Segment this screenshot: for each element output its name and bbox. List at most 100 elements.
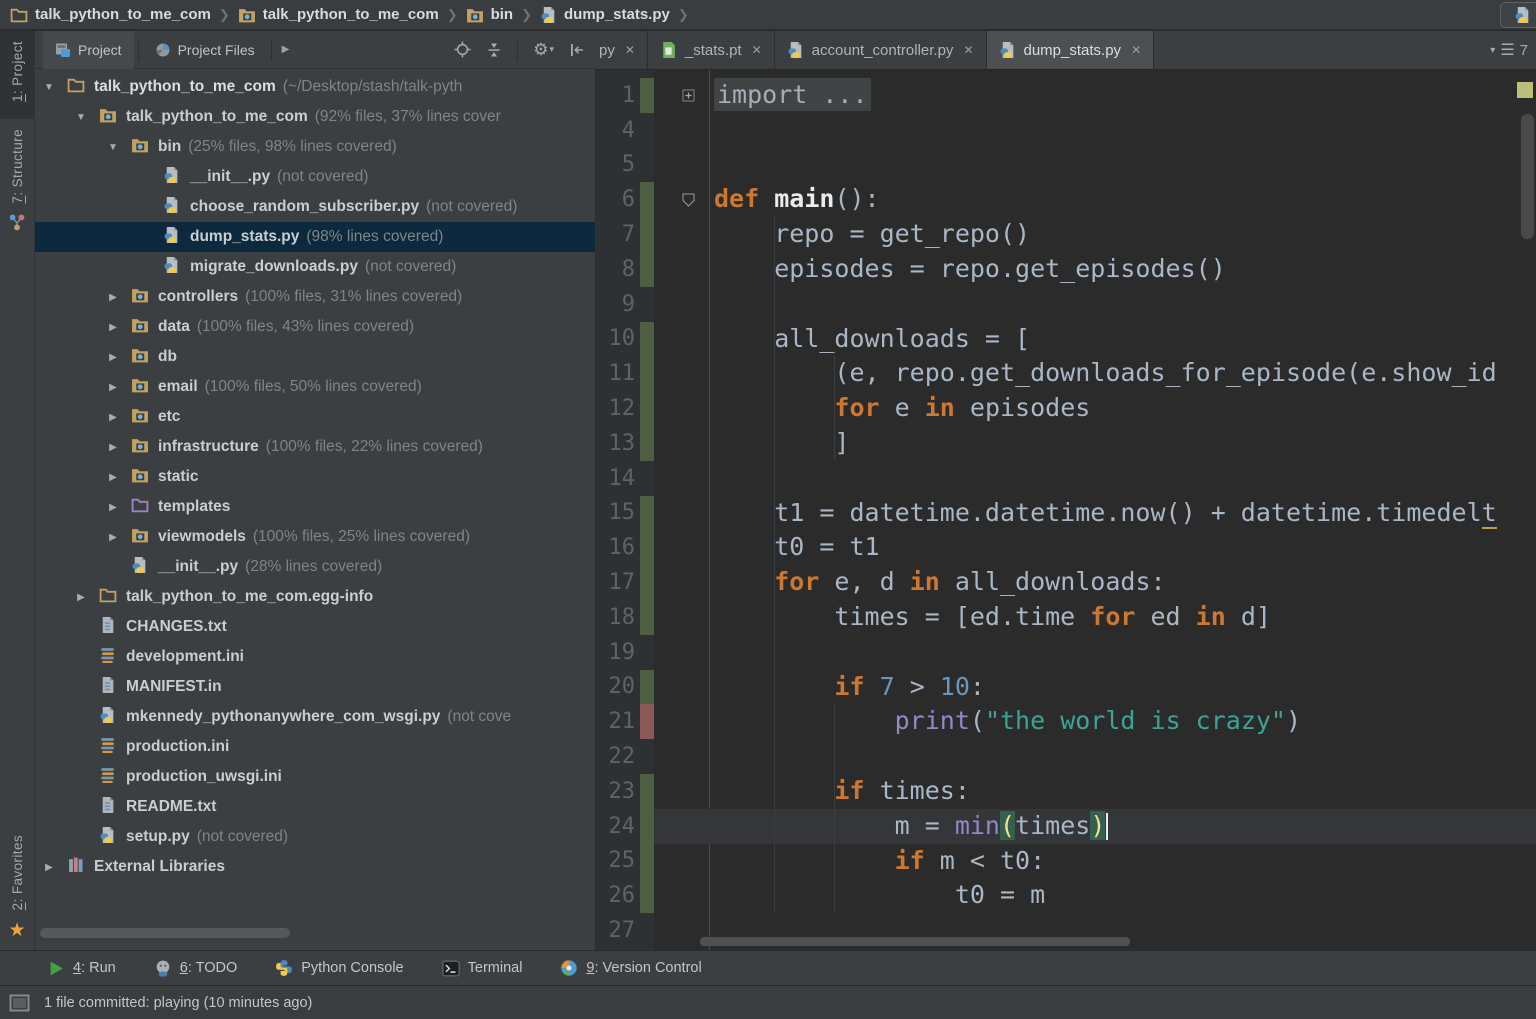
tree-row[interactable]: __init__.py (not covered) bbox=[35, 162, 595, 192]
tree-row[interactable]: ▼ talk_python_to_me_com (92% files, 37% li… bbox=[35, 102, 595, 132]
tree-row[interactable]: production.ini bbox=[35, 732, 595, 762]
tree-row[interactable]: production_uwsgi.ini bbox=[35, 762, 595, 792]
code-line[interactable]: 16 t0 = t1 bbox=[595, 530, 1536, 566]
editor-horizontal-scrollbar[interactable] bbox=[700, 937, 1130, 946]
tree-collapsed-arrow-icon[interactable]: ▶ bbox=[104, 442, 122, 453]
toolwindow-button-terminal[interactable]: Terminal bbox=[441, 960, 522, 977]
tree-collapsed-arrow-icon[interactable]: ▶ bbox=[104, 502, 122, 513]
tree-row[interactable]: ▶ db bbox=[35, 342, 595, 372]
tab-project[interactable]: Project bbox=[43, 31, 134, 69]
tree-row[interactable]: ▶ data (100% files, 43% lines covered) bbox=[35, 312, 595, 342]
tree-collapsed-arrow-icon[interactable]: ▶ bbox=[104, 322, 122, 333]
editor-tab[interactable]: _stats.pt ✕ bbox=[648, 31, 775, 69]
tree-expanded-arrow-icon[interactable]: ▼ bbox=[72, 112, 90, 123]
editor-tab[interactable]: account_controller.py ✕ bbox=[775, 31, 987, 69]
hide-panel-icon[interactable] bbox=[569, 42, 585, 58]
code-line[interactable]: 22 bbox=[595, 739, 1536, 774]
tree-expanded-arrow-icon[interactable]: ▼ bbox=[40, 82, 58, 93]
tree-row[interactable]: CHANGES.txt bbox=[35, 612, 595, 642]
toolwindow-button-version-control[interactable]: 9: Version Control bbox=[560, 959, 702, 977]
toolwindow-button-run[interactable]: 4: Run bbox=[48, 960, 116, 977]
tree-collapsed-arrow-icon[interactable]: ▶ bbox=[104, 412, 122, 423]
tree-collapsed-arrow-icon[interactable]: ▶ bbox=[72, 592, 90, 603]
tree-collapsed-arrow-icon[interactable]: ▶ bbox=[104, 532, 122, 543]
chevron-right-icon[interactable]: ▶ bbox=[282, 44, 290, 55]
code-line[interactable]: 17 for e, d in all_downloads: bbox=[595, 565, 1536, 600]
toolwindow-toggle-icon[interactable] bbox=[9, 994, 30, 1012]
toolwindow-button-todo[interactable]: 6: TODO bbox=[154, 959, 237, 977]
code-line[interactable]: 8 episodes = repo.get_episodes() bbox=[595, 251, 1536, 287]
code-line[interactable]: 5 bbox=[595, 147, 1536, 183]
tree-row[interactable]: dump_stats.py (98% lines covered) bbox=[35, 222, 595, 252]
tree-collapsed-arrow-icon[interactable]: ▶ bbox=[40, 862, 58, 873]
code-line[interactable]: 15 t1 = datetime.datetime.now() + dateti… bbox=[595, 495, 1536, 531]
run-configuration-button[interactable] bbox=[1500, 2, 1536, 28]
locate-icon[interactable] bbox=[454, 41, 471, 58]
settings-gear-icon[interactable]: ⚙ ▾ bbox=[533, 41, 554, 58]
tab-close-icon[interactable]: ✕ bbox=[625, 43, 635, 57]
tree-collapsed-arrow-icon[interactable]: ▶ bbox=[104, 472, 122, 483]
tab-close-icon[interactable]: ✕ bbox=[1131, 43, 1141, 57]
code-line[interactable]: 1 import ... bbox=[595, 78, 1536, 113]
tree-collapsed-arrow-icon[interactable]: ▶ bbox=[104, 352, 122, 363]
breadcrumb-item[interactable]: dump_stats.py bbox=[540, 6, 670, 24]
code-line[interactable]: 23 if times: bbox=[595, 773, 1536, 809]
tree-row[interactable]: ▶ email (100% files, 50% lines covered) bbox=[35, 372, 595, 402]
tree-row[interactable]: ▶ talk_python_to_me_com.egg-info bbox=[35, 582, 595, 612]
inspection-indicator[interactable] bbox=[1517, 82, 1533, 98]
collapse-all-icon[interactable] bbox=[486, 42, 502, 58]
tab-close-icon[interactable]: ✕ bbox=[963, 43, 973, 57]
tree-row[interactable]: ▶ static bbox=[35, 462, 595, 492]
tree-row[interactable]: ▶ templates bbox=[35, 492, 595, 522]
editor-tab[interactable]: py ✕ bbox=[595, 31, 648, 69]
code-line[interactable]: 14 bbox=[595, 460, 1536, 496]
tree-row[interactable]: setup.py (not covered) bbox=[35, 822, 595, 852]
code-line[interactable]: 21 print("the world is crazy") bbox=[595, 704, 1536, 740]
tree-row[interactable]: ▶ controllers (100% files, 31% lines cover… bbox=[35, 282, 595, 312]
tree-row[interactable]: development.ini bbox=[35, 642, 595, 672]
code-line[interactable]: 20 if 7 > 10: bbox=[595, 669, 1536, 705]
code-line[interactable]: 24 m = min(times) bbox=[595, 808, 1536, 844]
tree-row[interactable]: ▼ bin (25% files, 98% lines covered) bbox=[35, 132, 595, 162]
tree-row[interactable]: migrate_downloads.py (not covered) bbox=[35, 252, 595, 282]
code-line[interactable]: 4 bbox=[595, 112, 1536, 148]
tree-collapsed-arrow-icon[interactable]: ▶ bbox=[104, 382, 122, 393]
tree-row[interactable]: choose_random_subscriber.py (not covered) bbox=[35, 192, 595, 222]
tree-row[interactable]: README.txt bbox=[35, 792, 595, 822]
tree-row[interactable]: MANIFEST.in bbox=[35, 672, 595, 702]
code-line[interactable]: 26 t0 = m bbox=[595, 878, 1536, 914]
tab-dropdown-icon[interactable]: ▾ bbox=[1490, 45, 1495, 56]
stripe-tab-project[interactable]: 1: Project bbox=[0, 31, 35, 120]
tree-row[interactable]: ▶ External Libraries bbox=[35, 852, 595, 882]
breadcrumb-item[interactable]: talk_python_to_me_com bbox=[10, 6, 211, 23]
tree-collapsed-arrow-icon[interactable]: ▶ bbox=[104, 292, 122, 303]
tab-list-icon[interactable]: ☰ bbox=[1500, 40, 1514, 60]
tree-row[interactable]: ▶ etc bbox=[35, 402, 595, 432]
toolwindow-button-python-console[interactable]: Python Console bbox=[275, 959, 404, 977]
stripe-tab-structure[interactable]: 7: Structure bbox=[0, 119, 35, 241]
code-line[interactable]: 13 ] bbox=[595, 425, 1536, 461]
tree-row[interactable]: ▼ talk_python_to_me_com (~/Desktop/stash/t… bbox=[35, 72, 595, 102]
code-line[interactable]: 25 if m < t0: bbox=[595, 843, 1536, 879]
tree-expanded-arrow-icon[interactable]: ▼ bbox=[104, 142, 122, 153]
fold-expanded-icon[interactable] bbox=[682, 193, 695, 207]
tree-row[interactable]: __init__.py (28% lines covered) bbox=[35, 552, 595, 582]
tab-project-files[interactable]: Project Files bbox=[143, 31, 267, 69]
code-line[interactable]: 10 all_downloads = [ bbox=[595, 321, 1536, 357]
code-line[interactable]: 6 def main(): bbox=[595, 182, 1536, 218]
code-line[interactable]: 12 for e in episodes bbox=[595, 391, 1536, 426]
code-line[interactable]: 7 repo = get_repo() bbox=[595, 217, 1536, 252]
code-editor[interactable]: 1 import ... 4 5 6 def main(): 7 repo = get_re… bbox=[595, 70, 1536, 950]
code-line[interactable]: 18 times = [ed.time for ed in d] bbox=[595, 599, 1536, 635]
editor-vertical-scrollbar[interactable] bbox=[1521, 114, 1534, 239]
fold-collapsed-icon[interactable] bbox=[682, 89, 695, 102]
tab-close-icon[interactable]: ✕ bbox=[752, 43, 762, 57]
code-line[interactable]: 19 bbox=[595, 634, 1536, 670]
breadcrumb-item[interactable]: bin bbox=[466, 6, 513, 23]
project-horizontal-scrollbar[interactable] bbox=[40, 928, 290, 938]
breadcrumb-item[interactable]: talk_python_to_me_com bbox=[238, 6, 439, 23]
code-line[interactable]: 9 bbox=[595, 286, 1536, 322]
code-line[interactable]: 11 (e, repo.get_downloads_for_episode(e.… bbox=[595, 356, 1536, 392]
stripe-tab-favorites[interactable]: 2: Favorites ★ bbox=[0, 825, 35, 950]
editor-tab[interactable]: dump_stats.py ✕ bbox=[986, 31, 1155, 69]
